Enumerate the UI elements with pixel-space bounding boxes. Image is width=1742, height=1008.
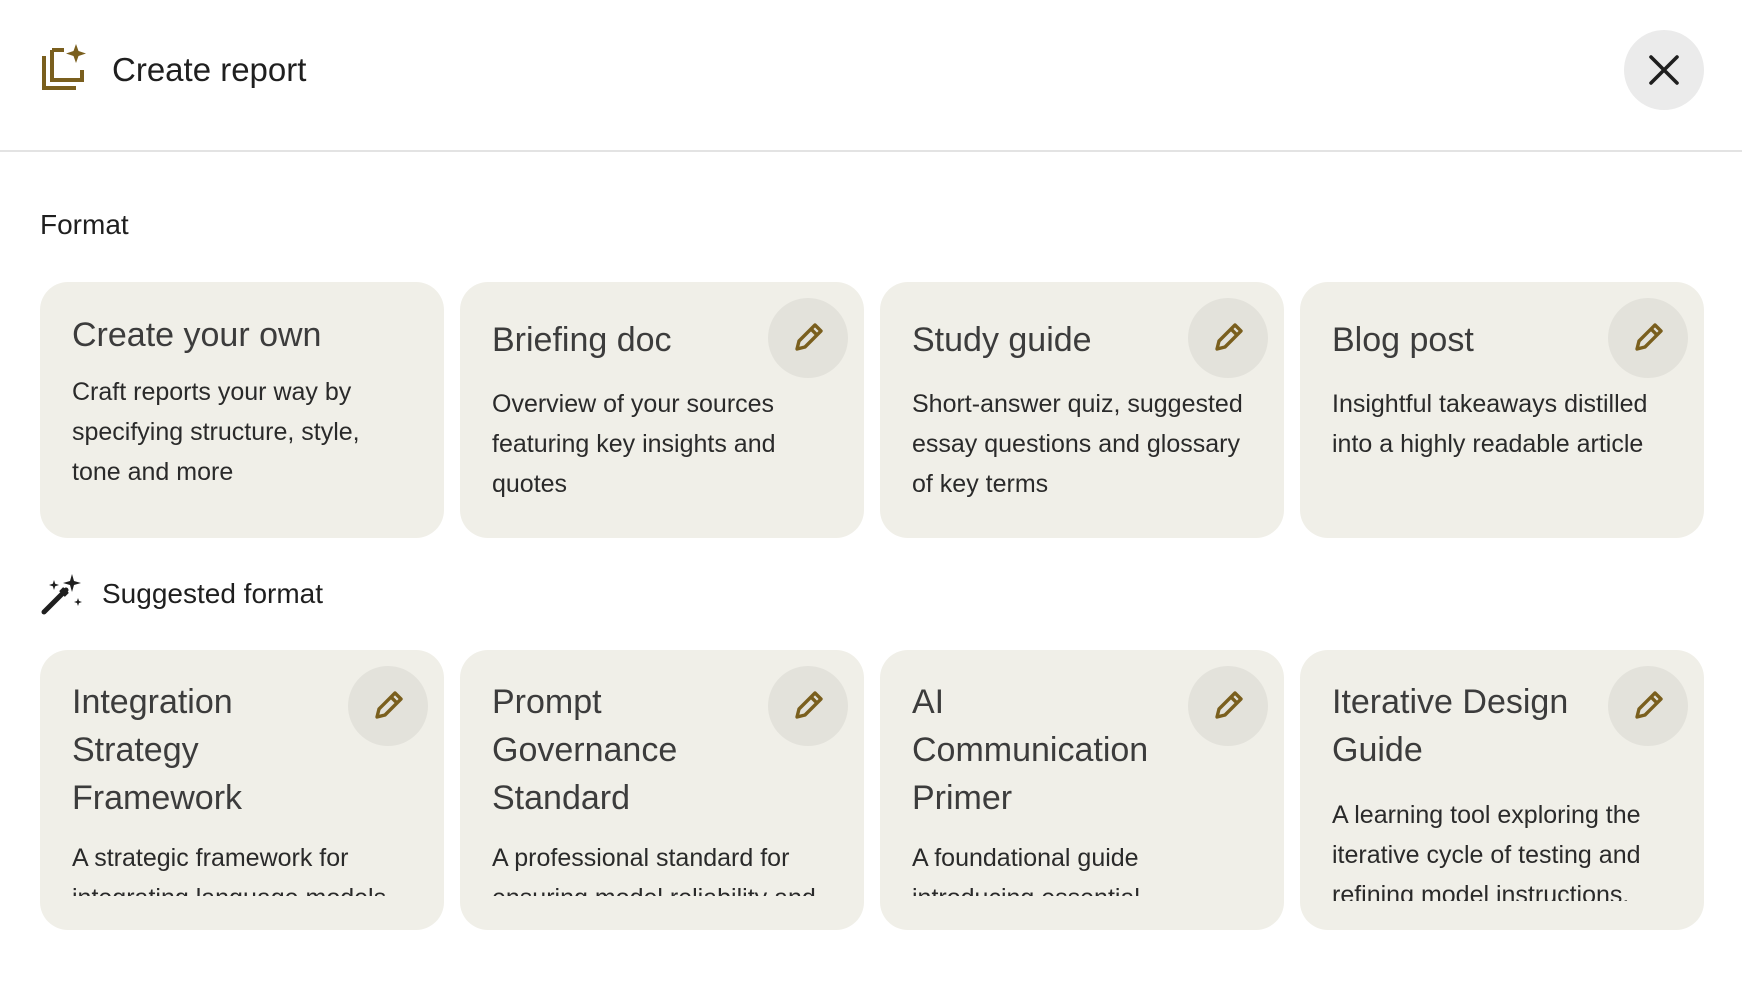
card-description: A learning tool exploring the iterative …: [1332, 801, 1641, 901]
suggested-format-header: Suggested format: [40, 570, 323, 618]
pencil-icon: [1635, 691, 1663, 719]
edit-button[interactable]: [1188, 298, 1268, 378]
edit-button[interactable]: [1608, 298, 1688, 378]
edit-button[interactable]: [768, 298, 848, 378]
pencil-icon: [1635, 323, 1663, 351]
card-title: Prompt Governance Standard: [492, 683, 678, 817]
close-button[interactable]: [1624, 30, 1704, 110]
format-section-label: Format: [40, 209, 129, 240]
pencil-icon: [375, 691, 403, 719]
edit-button[interactable]: [1188, 666, 1268, 746]
report-sparkle-icon: [42, 44, 86, 90]
edit-button[interactable]: [1608, 666, 1688, 746]
card-title: Study guide: [912, 321, 1092, 359]
format-card-briefing-doc[interactable]: Briefing doc Overview of your sources fe…: [460, 282, 864, 538]
pencil-icon: [1215, 323, 1243, 351]
pencil-icon: [795, 323, 823, 351]
card-title: Create your own: [72, 316, 322, 354]
suggested-card-iterative-design-guide[interactable]: Iterative Design Guide A learning tool e…: [1300, 650, 1704, 930]
card-title: Integration Strategy Framework: [72, 683, 243, 817]
card-title: Briefing doc: [492, 321, 672, 359]
card-description: Insightful takeaways distilled into a hi…: [1332, 390, 1648, 458]
card-description: Short-answer quiz, suggested essay quest…: [912, 390, 1243, 498]
card-title: Blog post: [1332, 321, 1474, 359]
card-description: A professional standard for ensuring mod…: [492, 844, 816, 896]
magic-wand-icon: [41, 574, 82, 615]
suggested-card-integration-strategy-framework[interactable]: Integration Strategy Framework A strateg…: [40, 650, 444, 930]
dialog-title: Create report: [112, 51, 307, 88]
card-description: Craft reports your way by specifying str…: [72, 378, 360, 486]
pencil-icon: [1215, 691, 1243, 719]
format-card-create-your-own[interactable]: Create your own Craft reports your way b…: [40, 282, 444, 538]
card-description: A strategic framework for integrating la…: [72, 844, 386, 896]
suggested-card-ai-communication-primer[interactable]: AI Communication Primer A foundational g…: [880, 650, 1284, 930]
suggested-format-label: Suggested format: [102, 578, 324, 609]
card-description: A foundational guide introducing essenti…: [912, 844, 1140, 896]
format-card-blog-post[interactable]: Blog post Insightful takeaways distilled…: [1300, 282, 1704, 538]
suggested-card-prompt-governance-standard[interactable]: Prompt Governance Standard A professiona…: [460, 650, 864, 930]
card-title: AI Communication Primer: [912, 683, 1149, 817]
card-title: Iterative Design Guide: [1332, 683, 1569, 769]
close-icon: [1649, 55, 1679, 85]
dialog-header: Create report: [0, 0, 1742, 152]
edit-button[interactable]: [348, 666, 428, 746]
pencil-icon: [795, 691, 823, 719]
edit-button[interactable]: [768, 666, 848, 746]
format-card-study-guide[interactable]: Study guide Short-answer quiz, suggested…: [880, 282, 1284, 538]
card-description: Overview of your sources featuring key i…: [492, 390, 776, 498]
